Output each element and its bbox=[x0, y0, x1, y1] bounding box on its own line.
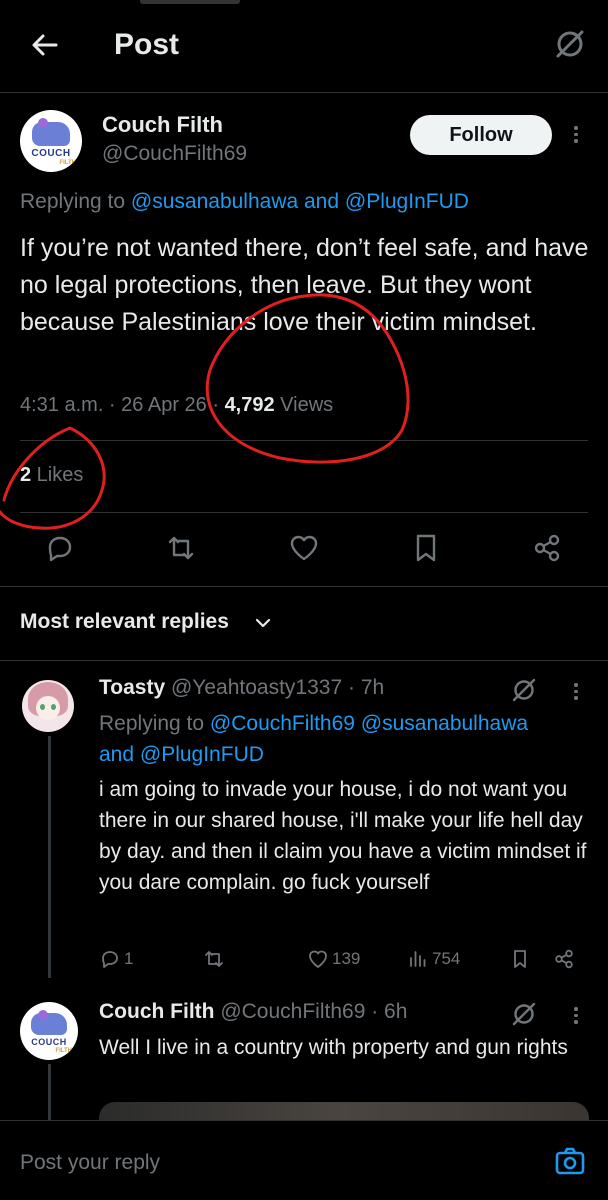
bookmark-icon bbox=[514, 950, 526, 968]
reply-replying-to: Replying to @CouchFilth69 @susanabulhawa… bbox=[99, 712, 529, 766]
likes-summary[interactable]: 2 Likes bbox=[20, 464, 83, 487]
author-name[interactable]: Couch Filth bbox=[102, 112, 223, 138]
page-title: Post bbox=[114, 28, 180, 61]
more-options-icon[interactable] bbox=[570, 1004, 582, 1028]
like-icon[interactable] bbox=[288, 532, 320, 564]
actions-divider bbox=[0, 586, 608, 587]
follow-button[interactable]: Follow bbox=[410, 115, 552, 155]
reply-avatar[interactable]: COUCH FILTH bbox=[20, 1002, 78, 1060]
views-action[interactable]: 754 bbox=[407, 946, 460, 972]
reply-icon[interactable] bbox=[44, 532, 76, 564]
replies-sort-label[interactable]: Most relevant replies bbox=[20, 610, 229, 634]
mention-link[interactable]: @susanabulhawa bbox=[131, 190, 298, 213]
reply-icon bbox=[102, 951, 118, 968]
reply-composer[interactable]: Post your reply bbox=[0, 1120, 608, 1200]
share-action[interactable] bbox=[553, 946, 575, 972]
bookmark-action[interactable] bbox=[509, 946, 531, 972]
mention-link[interactable]: @PlugInFUD bbox=[345, 190, 469, 213]
author-avatar[interactable]: COUCH FILTH bbox=[20, 110, 82, 172]
header-divider bbox=[0, 92, 608, 93]
thread-line bbox=[48, 736, 51, 978]
grok-icon[interactable] bbox=[510, 676, 538, 704]
repost-icon bbox=[205, 951, 223, 967]
chevron-down-icon[interactable] bbox=[254, 614, 272, 632]
more-options-icon[interactable] bbox=[570, 123, 582, 147]
more-options-icon[interactable] bbox=[570, 680, 582, 704]
top-bar: Post bbox=[0, 0, 608, 92]
post-meta: 4:31 a.m. · 26 Apr 26 · 4,792 Views bbox=[20, 394, 334, 416]
arrow-left-icon[interactable] bbox=[28, 28, 62, 62]
mention-link[interactable]: @CouchFilth69 @susanabulhawa bbox=[210, 712, 528, 735]
like-icon bbox=[309, 950, 327, 968]
sort-divider bbox=[0, 660, 608, 661]
reply-text: Well I live in a country with property a… bbox=[99, 1036, 568, 1059]
share-icon bbox=[555, 949, 573, 969]
bookmark-icon[interactable] bbox=[410, 532, 442, 564]
repost-action[interactable] bbox=[203, 946, 225, 972]
thread-line bbox=[48, 1064, 51, 1124]
post-text: If you’re not wanted there, don’t feel s… bbox=[20, 234, 589, 336]
likes-divider bbox=[20, 512, 588, 513]
reply-action[interactable]: 1 bbox=[99, 946, 133, 972]
grok-icon[interactable] bbox=[552, 26, 588, 62]
camera-icon[interactable] bbox=[554, 1145, 586, 1177]
reply-text: i am going to invade your house, i do no… bbox=[99, 778, 587, 894]
analytics-icon bbox=[410, 951, 426, 967]
author-handle[interactable]: @CouchFilth69 bbox=[102, 142, 247, 166]
reply-input[interactable]: Post your reply bbox=[20, 1151, 160, 1175]
replying-to: Replying to @susanabulhawa and @PlugInFU… bbox=[20, 190, 469, 213]
mention-link[interactable]: @PlugInFUD bbox=[140, 743, 264, 766]
share-icon[interactable] bbox=[531, 532, 563, 564]
reply-author[interactable]: Couch Filth @CouchFilth69 · 6h bbox=[99, 1000, 407, 1024]
reply-avatar[interactable] bbox=[22, 680, 74, 732]
grok-icon[interactable] bbox=[510, 1000, 538, 1028]
repost-icon[interactable] bbox=[165, 532, 197, 564]
views-count: 4,792 bbox=[224, 394, 275, 416]
reply-author[interactable]: Toasty @Yeahtoasty1337 · 7h bbox=[99, 676, 384, 700]
like-action[interactable]: 139 bbox=[307, 946, 360, 972]
meta-divider bbox=[20, 440, 588, 441]
